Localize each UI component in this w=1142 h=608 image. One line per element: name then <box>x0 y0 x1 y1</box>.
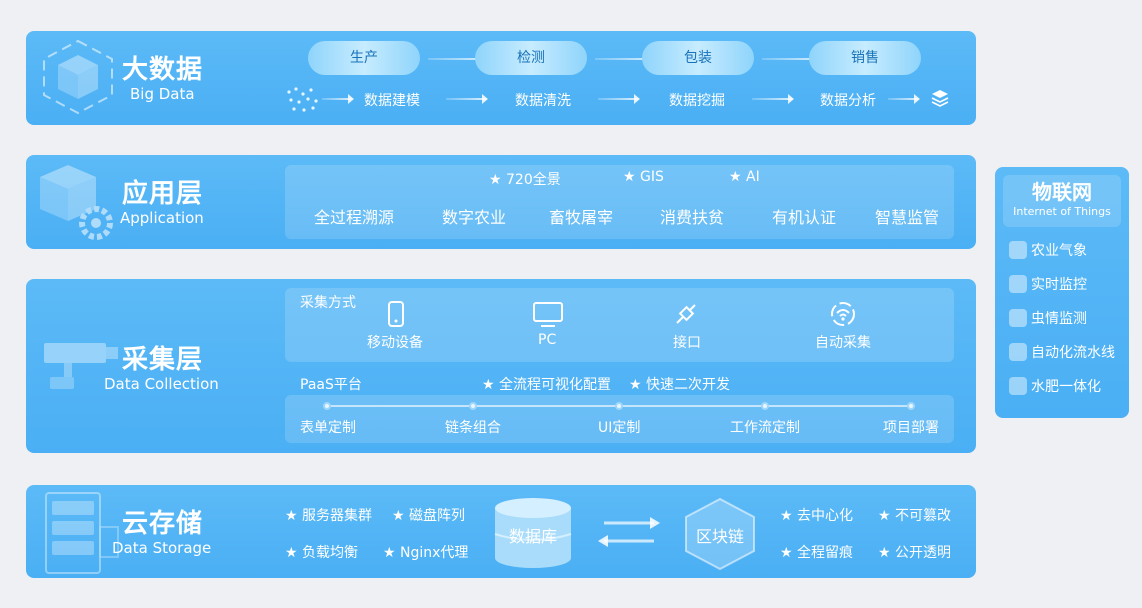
track-dot <box>761 402 769 410</box>
paas-label: PaaS平台 <box>300 377 362 393</box>
iot-item-label: 实时监控 <box>1031 277 1087 293</box>
layer-subtitle: Big Data <box>130 85 195 103</box>
layer-subtitle: Application <box>120 209 204 227</box>
feature-tag: GIS <box>623 169 664 185</box>
layer-title: 采集层 <box>122 345 204 375</box>
layer-subtitle: Data Collection <box>104 375 219 393</box>
database-label: 数据库 <box>509 527 558 546</box>
paas-step: 工作流定制 <box>730 420 800 436</box>
iot-header: 物联网 Internet of Things <box>1003 175 1121 227</box>
big-data-layer: 大数据 Big Data 生产 检测 包装 销售 数据建模 数据清洗 数据挖掘 … <box>26 31 976 125</box>
paas-step: 表单定制 <box>300 420 356 436</box>
layer-subtitle: Data Storage <box>112 539 212 557</box>
track-dot <box>469 402 477 410</box>
plug-icon <box>676 304 696 324</box>
iot-item: 水肥一体化 <box>1009 376 1101 396</box>
iot-item-label: 虫情监测 <box>1031 311 1087 327</box>
collection-layer: 采集层 Data Collection 采集方式 移动设备 PC 接口 自动采集… <box>26 279 976 453</box>
method-item: 移动设备 <box>367 335 423 351</box>
cube-network-icon <box>43 39 113 115</box>
auto-collect-icon <box>831 302 855 326</box>
track-dot <box>907 402 915 410</box>
storage-feature: 公开透明 <box>878 542 951 562</box>
iot-panel: 物联网 Internet of Things 农业气象 实时监控 虫情监测 自动… <box>995 167 1129 418</box>
paas-feature: 全流程可视化配置 <box>482 374 611 394</box>
mobile-icon <box>388 301 404 327</box>
puzzle-icon <box>1009 377 1027 395</box>
arrow-icon <box>888 94 920 104</box>
arrow-icon <box>752 94 794 104</box>
iot-subtitle: Internet of Things <box>1013 205 1111 218</box>
puzzle-icon <box>1009 275 1027 293</box>
collection-methods-panel: 采集方式 移动设备 PC 接口 自动采集 <box>285 288 954 362</box>
application-item: 畜牧屠宰 <box>549 208 614 227</box>
iot-item-label: 水肥一体化 <box>1031 379 1101 395</box>
monitor-icon <box>533 302 563 327</box>
application-layer: 应用层 Application 720全景 GIS AI 全过程溯源 数字农业 … <box>26 155 976 249</box>
flow-step: 包装 <box>642 41 754 75</box>
paas-step: UI定制 <box>598 420 641 436</box>
puzzle-icon <box>1009 241 1027 259</box>
arrow-icon <box>446 94 488 104</box>
feature-tag: AI <box>729 169 760 185</box>
iot-item: 实时监控 <box>1009 274 1087 294</box>
process-step: 数据分析 <box>820 93 876 109</box>
application-item: 有机认证 <box>772 208 837 227</box>
iot-item: 虫情监测 <box>1009 308 1087 328</box>
iot-item: 自动化流水线 <box>1009 342 1115 362</box>
flow-step: 销售 <box>809 41 921 75</box>
method-item: PC <box>538 332 557 348</box>
application-item: 智慧监管 <box>875 208 940 227</box>
feature-tag: 720全景 <box>489 169 561 189</box>
iot-title: 物联网 <box>1032 180 1092 204</box>
paas-step: 项目部署 <box>883 420 939 436</box>
iot-item-label: 农业气象 <box>1031 243 1087 259</box>
methods-label: 采集方式 <box>300 295 356 311</box>
storage-feature: 服务器集群 <box>285 505 372 525</box>
arrow-icon <box>598 94 640 104</box>
flow-step: 检测 <box>475 41 587 75</box>
paas-step: 链条组合 <box>445 420 501 436</box>
application-item: 全过程溯源 <box>314 208 395 227</box>
layers-icon <box>931 90 949 107</box>
storage-feature: 不可篡改 <box>878 505 951 525</box>
puzzle-icon <box>1009 343 1027 361</box>
paas-panel: 表单定制 链条组合 UI定制 工作流定制 项目部署 <box>285 395 954 443</box>
paas-feature: 快速二次开发 <box>629 374 730 394</box>
storage-layer: 云存储 Data Storage 服务器集群 磁盘阵列 负载均衡 Nginx代理… <box>26 485 976 578</box>
process-step: 数据挖掘 <box>669 93 725 109</box>
puzzle-icon <box>1009 309 1027 327</box>
layer-title: 应用层 <box>122 179 204 209</box>
layer-title: 云存储 <box>122 509 204 539</box>
application-panel: 720全景 GIS AI 全过程溯源 数字农业 畜牧屠宰 消费扶贫 有机认证 智… <box>285 165 954 239</box>
track-dot <box>323 402 331 410</box>
box-gear-icon <box>40 165 113 240</box>
application-item: 数字农业 <box>442 208 507 227</box>
server-rack-icon <box>45 492 119 574</box>
application-item: 消费扶贫 <box>660 208 725 227</box>
iot-item: 农业气象 <box>1009 240 1087 260</box>
storage-feature: Nginx代理 <box>383 542 468 562</box>
exchange-arrows-icon <box>598 517 660 547</box>
dots-icon <box>287 87 318 112</box>
layer-title: 大数据 <box>122 55 204 85</box>
storage-feature: 去中心化 <box>780 505 853 525</box>
process-step: 数据清洗 <box>515 93 571 109</box>
process-step: 数据建模 <box>364 93 420 109</box>
method-item: 自动采集 <box>815 335 871 351</box>
track-dot <box>615 402 623 410</box>
storage-feature: 全程留痕 <box>780 542 853 562</box>
blockchain-label: 区块链 <box>696 527 745 546</box>
iot-item-label: 自动化流水线 <box>1031 345 1115 361</box>
method-item: 接口 <box>673 335 701 351</box>
storage-feature: 磁盘阵列 <box>392 505 465 525</box>
arrow-icon <box>322 94 354 104</box>
storage-feature: 负载均衡 <box>285 542 358 562</box>
flow-step: 生产 <box>308 41 420 75</box>
